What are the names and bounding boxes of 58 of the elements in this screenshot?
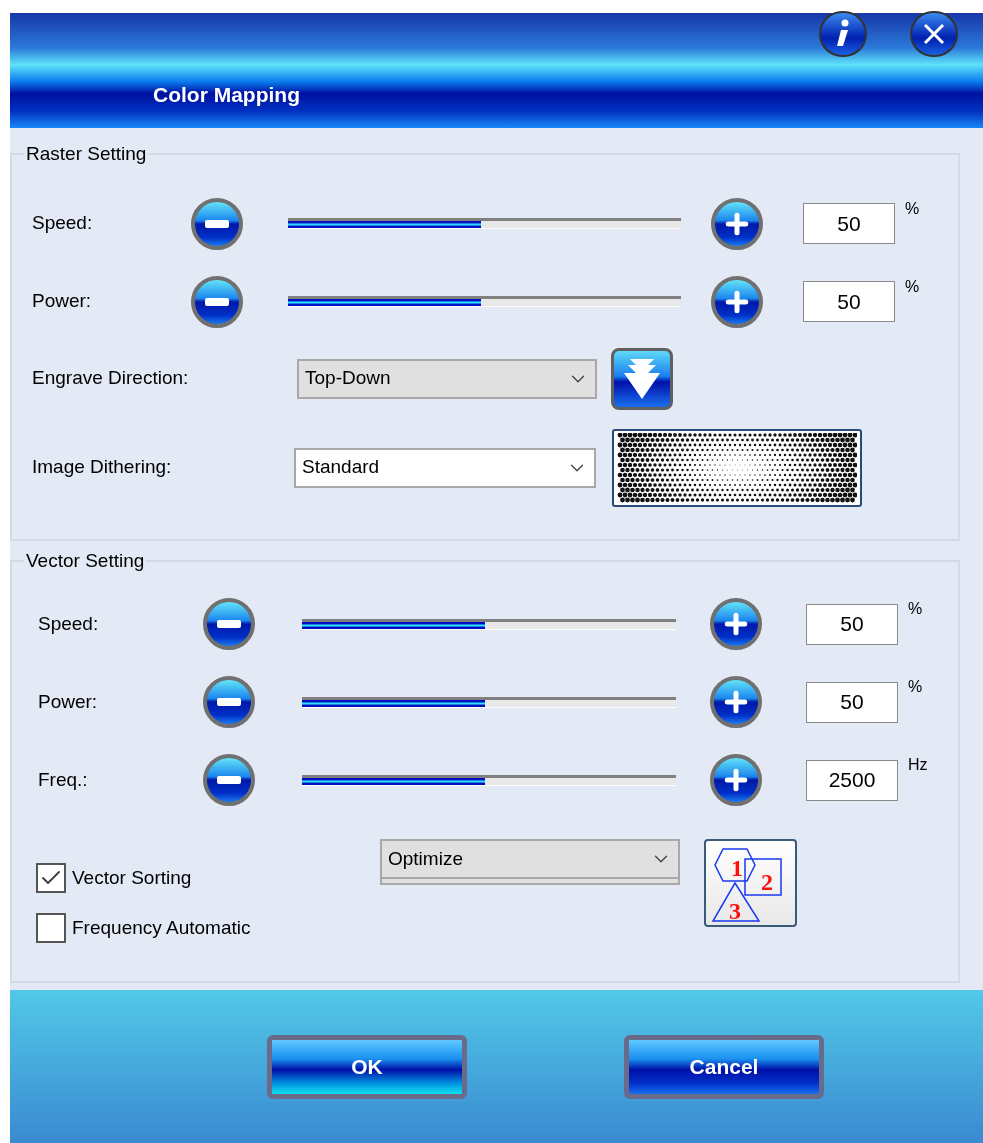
slider-track[interactable] [302,774,676,786]
unit-label: % [905,276,920,297]
close-icon [922,22,946,46]
checkbox[interactable] [36,863,66,893]
increase-button[interactable] [710,598,762,650]
minus-icon [217,620,241,628]
checkbox-label: Frequency Automatic [72,915,251,940]
decrease-button[interactable] [203,676,255,728]
minus-icon [217,776,241,784]
value-field[interactable]: 50 [806,681,898,723]
decrease-button[interactable] [203,754,255,806]
slider-label: Speed: [38,611,100,636]
decrease-button[interactable] [191,275,243,328]
slider-label: Power: [38,689,99,714]
slider-track[interactable] [288,296,681,307]
increase-button[interactable] [710,676,762,728]
slider-track[interactable] [302,696,676,708]
order-digit: 2 [760,869,773,895]
increase-button[interactable] [711,275,763,328]
unit-label: Hz [908,755,928,775]
direction-button[interactable] [611,347,673,410]
close-button[interactable] [910,11,958,57]
decrease-button[interactable] [203,598,255,650]
minus-icon [205,219,229,228]
down-arrow-icon [622,356,662,401]
unit-label: % [905,198,920,219]
slider-label: Speed: [32,211,94,236]
decrease-button[interactable] [191,197,243,250]
dialog-button[interactable]: OK [267,1034,467,1099]
group-title: Vector Setting [25,548,146,573]
slider-label: Freq.: [38,767,89,792]
order-digit: 1 [730,855,743,881]
info-icon [835,19,851,49]
group-title: Raster Setting [25,142,148,166]
order-digit: 3 [728,898,741,923]
image-dithering-label: Image Dithering: [32,455,173,480]
window-title: Color Mapping [153,82,300,108]
dialog-button[interactable]: Cancel [624,1034,824,1099]
unit-label: % [908,677,923,697]
info-button[interactable] [819,11,867,57]
increase-button[interactable] [710,754,762,806]
engrave-direction-label: Engrave Direction: [32,366,190,391]
slider-track[interactable] [288,218,681,229]
minus-icon [217,698,241,706]
value-field[interactable]: 50 [803,281,895,322]
checkbox[interactable] [36,913,66,943]
increase-button[interactable] [711,197,763,250]
unit-label: % [908,599,923,619]
shapes-icon [711,848,782,922]
dropdown[interactable]: Standard [294,447,596,488]
value-field[interactable]: 50 [806,603,898,645]
checkbox-label: Vector Sorting [72,865,192,890]
slider-track[interactable] [302,618,676,630]
value-field[interactable]: 50 [803,203,895,244]
halftone-preview[interactable] [612,428,862,507]
value-field[interactable]: 2500 [806,759,898,801]
slider-label: Power: [32,289,93,314]
minus-icon [205,297,229,306]
